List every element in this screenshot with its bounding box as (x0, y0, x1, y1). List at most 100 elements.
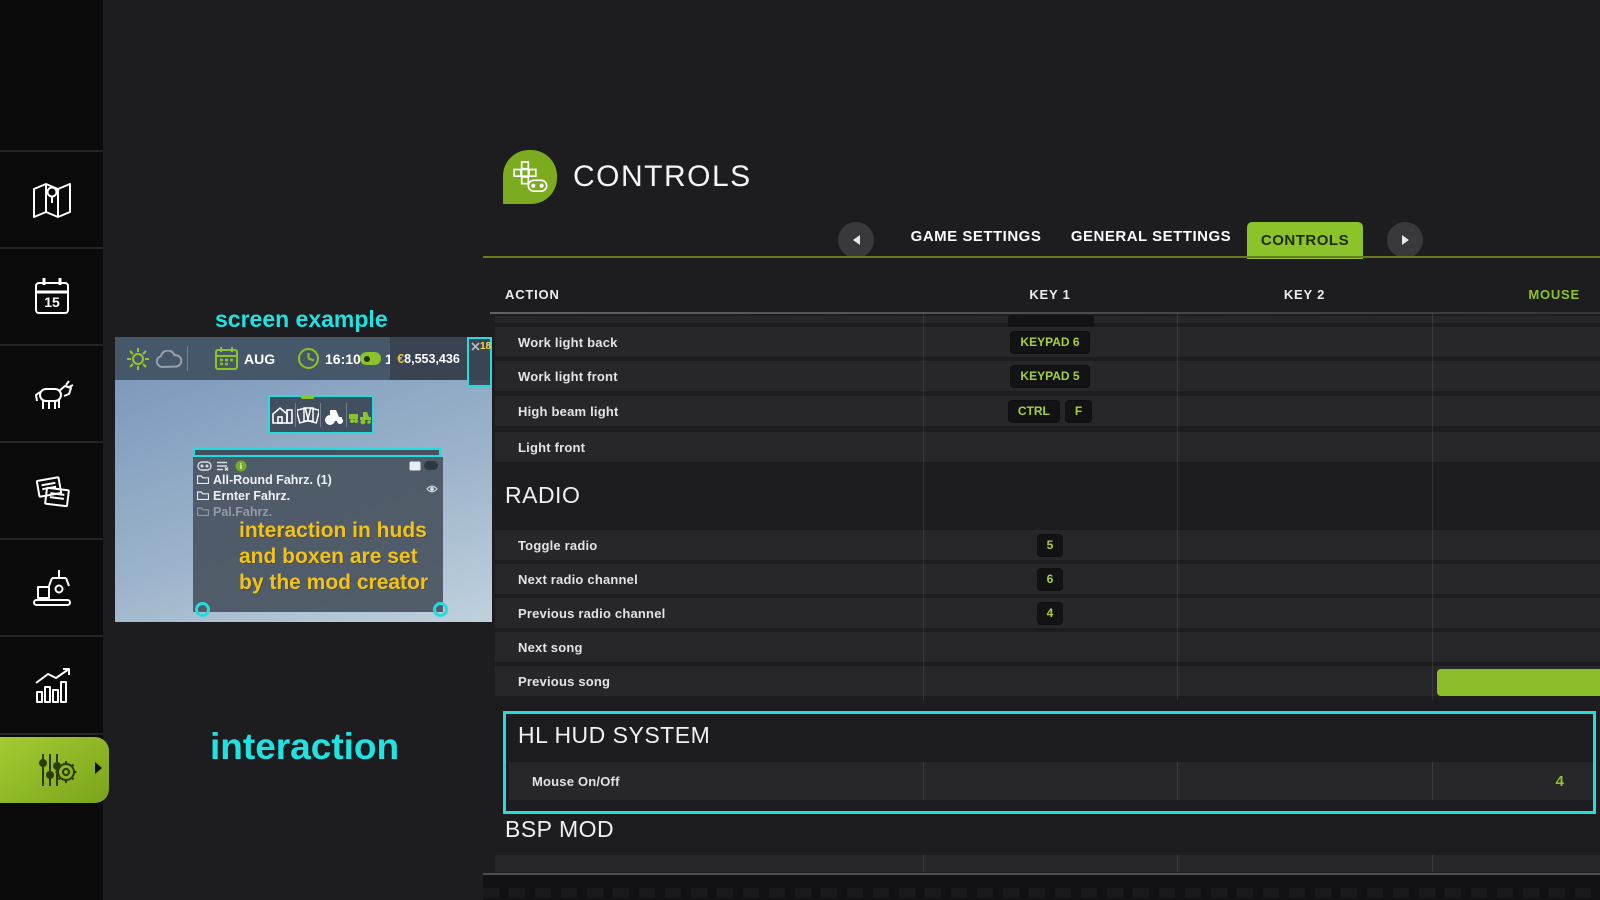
game-screenshot-example: AUG 16:10 1 €8,553,436 18 (115, 337, 492, 622)
column-divider (1432, 855, 1433, 872)
sidebar-item-animals[interactable] (0, 346, 103, 441)
mouse-binding[interactable] (1432, 598, 1600, 628)
eye-icon (426, 485, 438, 493)
mouse-binding[interactable] (1432, 432, 1600, 462)
tractor-trailer-icon (348, 405, 372, 425)
tools-icon (471, 342, 480, 351)
chevron-left-icon (853, 235, 860, 245)
table-row[interactable]: Next song (495, 632, 1600, 662)
table-row[interactable]: Previous song (495, 666, 1600, 696)
resize-handle (433, 602, 448, 617)
keybind-chip[interactable]: CTRL (1009, 401, 1059, 422)
key2-binding[interactable] (1177, 361, 1432, 391)
annotation-interaction: interaction (210, 726, 399, 768)
table-row[interactable]: Mouse On/Off 4 (509, 762, 1596, 800)
table-row[interactable]: Work light back KEYPAD 6 (495, 327, 1600, 357)
column-header-action: ACTION (505, 287, 560, 303)
key1-binding[interactable]: CTRL F (923, 396, 1177, 426)
mouse-binding[interactable] (1432, 396, 1600, 426)
mouse-binding[interactable] (1432, 530, 1600, 560)
topbar-highlight-box: 18 (467, 337, 492, 387)
key1-binding[interactable]: KEYPAD 5 (923, 361, 1177, 391)
section-title-bsp-mod: BSP MOD (505, 816, 614, 843)
column-divider (923, 855, 924, 872)
table-row[interactable]: High beam light CTRL F (495, 396, 1600, 426)
mouse-binding[interactable]: 4 (1432, 762, 1596, 800)
bottom-clip-texture (483, 888, 1600, 898)
table-row[interactable]: Light front (495, 432, 1600, 462)
mouse-binding-selected[interactable] (1437, 669, 1600, 696)
key2-binding[interactable] (1177, 530, 1432, 560)
keybind-chip[interactable]: F (1066, 401, 1091, 422)
sidebar-item-settings-active[interactable] (0, 737, 109, 803)
column-divider (923, 762, 924, 800)
mouse-binding[interactable] (1432, 327, 1600, 357)
sidebar-item-contracts[interactable] (0, 443, 103, 538)
gamepad-icon (197, 461, 212, 471)
keybind-chip[interactable]: 5 (1038, 535, 1063, 556)
keybind-chip[interactable]: KEYPAD 6 (1011, 332, 1088, 353)
tabs-next-button[interactable] (1387, 222, 1423, 258)
key2-binding[interactable] (1177, 327, 1432, 357)
section-title-radio: RADIO (505, 482, 580, 509)
tractor-icon (323, 405, 345, 425)
folder-icon (197, 475, 209, 484)
tab-controls-active[interactable]: CONTROLS (1247, 222, 1363, 259)
money-amount: 8,553,436 (404, 352, 460, 366)
mouse-binding[interactable] (1432, 361, 1600, 391)
hud-note-line: and boxen are set (239, 545, 418, 569)
info-icon: i (235, 460, 247, 472)
table-row[interactable]: Next radio channel 6 (495, 564, 1600, 594)
sidebar-item-statistics[interactable] (0, 637, 103, 732)
toolbar-slot (321, 397, 346, 432)
key2-binding[interactable] (1177, 632, 1432, 662)
svg-text:15: 15 (44, 294, 60, 310)
day-pill (360, 352, 381, 365)
key2-binding[interactable] (1177, 396, 1432, 426)
production-icon (28, 564, 76, 612)
table-row[interactable]: Previous radio channel 4 (495, 598, 1600, 628)
key2-binding[interactable] (1177, 666, 1432, 696)
key1-binding[interactable]: 4 (923, 598, 1177, 628)
key1-binding[interactable]: KEYPAD 6 (923, 327, 1177, 357)
keybind-chip[interactable]: KEYPAD 5 (1011, 366, 1088, 387)
key1-binding[interactable]: 6 (923, 564, 1177, 594)
key1-binding[interactable] (923, 632, 1177, 662)
hud-note-line: interaction in huds (239, 519, 427, 543)
table-row[interactable]: Work light front KEYPAD 5 (495, 361, 1600, 391)
toolbar-indicator (301, 396, 314, 399)
column-divider (1177, 313, 1178, 700)
key2-binding[interactable] (1177, 432, 1432, 462)
hud-note-line: by the mod creator (239, 571, 428, 595)
month-label: AUG (244, 351, 275, 367)
mouse-binding[interactable] (1432, 632, 1600, 662)
mouse-binding[interactable] (1432, 564, 1600, 594)
action-label: High beam light (518, 396, 619, 426)
calendar-icon: 15 (28, 273, 76, 321)
key1-binding[interactable] (923, 666, 1177, 696)
sidebar-item-map[interactable] (0, 152, 103, 247)
sidebar-item-calendar[interactable]: 15 (0, 249, 103, 344)
action-label: Work light back (518, 327, 618, 357)
column-divider (1177, 762, 1178, 800)
key1-binding[interactable]: 5 (923, 530, 1177, 560)
sidebar: 15 (0, 0, 103, 900)
key1-binding[interactable] (923, 432, 1177, 462)
tabs-prev-button[interactable] (838, 222, 874, 258)
sidebar-item-production[interactable] (0, 540, 103, 635)
resize-handle (195, 602, 210, 617)
keybind-chip[interactable]: 4 (1038, 603, 1063, 624)
table-row[interactable]: Toggle radio 5 (495, 530, 1600, 560)
divider (187, 346, 188, 371)
tab-general-settings[interactable]: GENERAL SETTINGS (1061, 228, 1241, 248)
cow-icon (28, 370, 76, 418)
page-title: CONTROLS (573, 160, 752, 194)
keybind-chip[interactable]: 6 (1038, 569, 1063, 590)
mouse-binding-value: 4 (1556, 773, 1564, 790)
key2-binding[interactable] (1177, 598, 1432, 628)
action-label: Previous radio channel (518, 598, 665, 628)
action-label: Work light front (518, 361, 618, 391)
tab-game-settings[interactable]: GAME SETTINGS (896, 228, 1056, 248)
key2-binding[interactable] (1177, 564, 1432, 594)
clock-icon (297, 347, 320, 370)
